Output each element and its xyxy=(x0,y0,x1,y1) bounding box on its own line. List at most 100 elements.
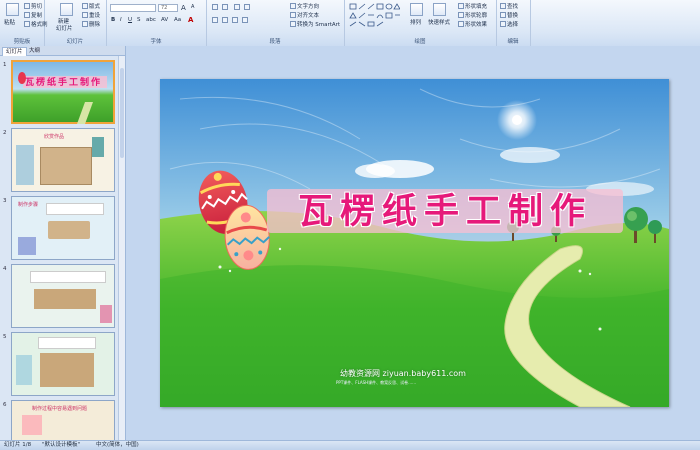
shrink-font-button[interactable]: A xyxy=(191,4,194,10)
slides-pane: 幻灯片 大纲 1 瓦楞纸手工制作 2 欣赏作品 3 制作步骤 4 5 6 制作过… xyxy=(0,46,126,440)
scrollbar-thumb[interactable] xyxy=(120,68,124,158)
font-group: 72 A A B I U S abc AV Aa A 字体 xyxy=(106,0,207,46)
underline-button[interactable]: U xyxy=(128,17,132,23)
slide-thumb-2[interactable]: 欣赏作品 xyxy=(11,128,115,192)
shadow-button[interactable]: abc xyxy=(146,17,156,23)
select-button[interactable]: 选择 xyxy=(500,20,518,28)
decrease-indent-button[interactable] xyxy=(234,4,240,10)
text-direction-icon xyxy=(290,3,296,9)
paragraph-group: 文字方向 对齐文本 转换为 SmartArt 段落 xyxy=(206,0,345,46)
paste-icon[interactable] xyxy=(6,3,19,16)
font-color-button[interactable]: A xyxy=(188,16,193,24)
quick-styles-icon[interactable] xyxy=(433,3,446,16)
scissors-icon xyxy=(24,3,30,9)
shape-effects-button[interactable]: 形状效果 xyxy=(458,20,487,28)
thumb-number: 3 xyxy=(3,198,7,204)
watermark: 幼教资源网 ziyuan.baby611.com xyxy=(340,369,466,378)
align-right-icon xyxy=(232,17,238,23)
delete-button[interactable]: 删除 xyxy=(82,20,100,28)
slide-thumb-1[interactable]: 瓦楞纸手工制作 xyxy=(11,60,115,124)
slides-group-label: 幻灯片 xyxy=(66,39,84,45)
slides-group: 新建 幻灯片 版式 重设 删除 幻灯片 xyxy=(44,0,107,46)
align-left-button[interactable] xyxy=(212,17,218,23)
thumbnail-list[interactable]: 1 瓦楞纸手工制作 2 欣赏作品 3 制作步骤 4 5 6 制作过程中容易遇到问… xyxy=(0,56,118,440)
slide-background xyxy=(160,79,669,407)
cut-button[interactable]: 剪切 xyxy=(24,2,42,10)
new-slide-icon[interactable] xyxy=(60,3,73,16)
thumb-number: 1 xyxy=(3,62,7,68)
smartart-icon xyxy=(290,21,296,27)
watermark-subtitle: PPT课件、FLASH课件、教案反思、试卷…… xyxy=(336,380,417,385)
numbering-button[interactable] xyxy=(222,4,228,10)
align-text-button[interactable]: 对齐文本 xyxy=(290,11,319,19)
tab-outline[interactable]: 大纲 xyxy=(26,47,43,55)
shape-outline-button[interactable]: 形状轮廓 xyxy=(458,11,487,19)
justify-icon xyxy=(242,17,248,23)
editing-group-label: 编辑 xyxy=(507,39,519,45)
find-icon xyxy=(500,3,506,9)
smartart-button[interactable]: 转换为 SmartArt xyxy=(290,20,340,28)
align-text-icon xyxy=(290,12,296,18)
effects-icon xyxy=(458,21,464,27)
outdent-icon xyxy=(244,4,250,10)
align-left-icon xyxy=(212,17,218,23)
replace-button[interactable]: 替换 xyxy=(500,11,518,19)
slide-thumb-5[interactable] xyxy=(11,332,115,396)
bold-button[interactable]: B xyxy=(111,17,115,23)
drawing-group: 排列 快速样式 形状填充 形状轮廓 形状效果 绘图 xyxy=(344,0,497,46)
shape-fill-button[interactable]: 形状填充 xyxy=(458,2,487,10)
arrange-icon[interactable] xyxy=(410,3,423,16)
copy-icon xyxy=(24,12,30,18)
thumb-title: 欣赏作品 xyxy=(44,134,65,140)
outline-icon xyxy=(458,12,464,18)
layout-button[interactable]: 版式 xyxy=(82,2,100,10)
slide-thumb-3[interactable]: 制作步骤 xyxy=(11,196,115,260)
slide-thumb-6[interactable]: 制作过程中容易遇到问题 xyxy=(11,400,115,440)
copy-button[interactable]: 复制 xyxy=(24,11,42,19)
reset-icon xyxy=(82,12,88,18)
align-center-icon xyxy=(222,17,228,23)
find-button[interactable]: 查找 xyxy=(500,2,518,10)
align-right-button[interactable] xyxy=(232,17,238,23)
change-case-button[interactable]: Aa xyxy=(174,17,181,23)
justify-button[interactable] xyxy=(242,17,248,23)
shapes-gallery[interactable] xyxy=(348,2,400,30)
paste-button[interactable]: 粘贴 xyxy=(4,18,15,26)
font-size-field[interactable]: 72 xyxy=(158,4,178,12)
thumb-number: 6 xyxy=(3,402,7,408)
numbering-icon xyxy=(222,4,228,10)
pane-tabs: 幻灯片 大纲 xyxy=(0,46,125,56)
arrange-button[interactable]: 排列 xyxy=(410,18,421,26)
thumb-title: 制作步骤 xyxy=(18,202,39,208)
reset-button[interactable]: 重设 xyxy=(82,11,100,19)
thumb-title: 制作过程中容易遇到问题 xyxy=(32,406,88,412)
slide-canvas[interactable]: 瓦楞纸手工制作 幼教资源网 ziyuan.baby611.com PPT课件、F… xyxy=(160,79,669,407)
pane-scrollbar[interactable] xyxy=(118,56,125,440)
increase-indent-button[interactable] xyxy=(244,4,250,10)
strike-button[interactable]: S xyxy=(137,17,141,23)
ribbon: 粘贴 剪切 复制 格式刷 剪贴板 新建 幻灯片 版式 重设 删除 幻灯片 72 … xyxy=(0,0,700,47)
slide-thumb-4[interactable] xyxy=(11,264,115,328)
thumb-number: 2 xyxy=(3,130,7,136)
bullets-button[interactable] xyxy=(212,4,218,10)
brush-icon xyxy=(24,21,30,27)
thumb-title: 瓦楞纸手工制作 xyxy=(25,78,103,88)
editing-group: 查找 替换 选择 编辑 xyxy=(496,0,531,46)
font-name-field[interactable] xyxy=(110,4,156,12)
text-direction-button[interactable]: 文字方向 xyxy=(290,2,319,10)
clipboard-group: 粘贴 剪切 复制 格式刷 剪贴板 xyxy=(0,0,48,46)
paragraph-group-label: 段落 xyxy=(269,39,281,45)
tab-slides[interactable]: 幻灯片 xyxy=(2,47,27,56)
align-center-button[interactable] xyxy=(222,17,228,23)
slide-title[interactable]: 瓦楞纸手工制作 xyxy=(267,187,623,237)
bullets-icon xyxy=(212,4,218,10)
quick-styles-button[interactable]: 快速样式 xyxy=(428,18,450,26)
font-group-label: 字体 xyxy=(150,39,162,45)
grow-font-button[interactable]: A xyxy=(181,4,186,12)
italic-button[interactable]: I xyxy=(120,17,122,23)
select-icon xyxy=(500,21,506,27)
delete-icon xyxy=(82,21,88,27)
clipboard-group-label: 剪贴板 xyxy=(13,39,31,45)
new-slide-button-label2[interactable]: 幻灯片 xyxy=(56,24,73,32)
char-spacing-button[interactable]: AV xyxy=(161,17,168,23)
